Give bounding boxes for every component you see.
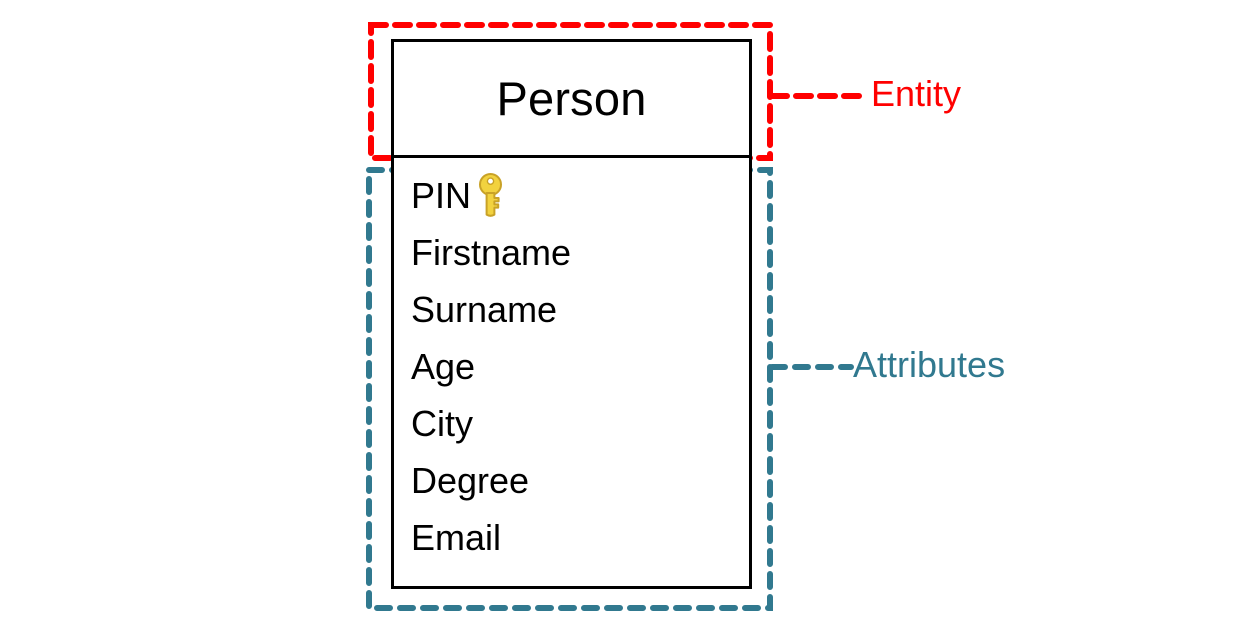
attribute-label: Surname xyxy=(411,288,558,330)
attribute-list: PIN Firstname Surname Age City Degree Em… xyxy=(394,158,749,566)
attribute-label: Degree xyxy=(411,459,530,501)
attribute-label: Email xyxy=(411,516,502,558)
attribute-label: PIN xyxy=(411,174,472,216)
entity-box: Person PIN Firstname Surname Age City De… xyxy=(391,39,752,589)
attribute-row: Degree xyxy=(411,452,749,509)
callout-label-entity: Entity xyxy=(871,73,962,114)
diagram-canvas: Person PIN Firstname Surname Age City De… xyxy=(0,0,1255,629)
callout-label-attributes: Attributes xyxy=(853,344,1006,385)
attribute-row: Surname xyxy=(411,281,749,338)
entity-name: Person xyxy=(496,72,647,125)
key-icon xyxy=(477,172,504,217)
attribute-row: Firstname xyxy=(411,224,749,281)
attribute-label: Firstname xyxy=(411,231,572,273)
attribute-row: Age xyxy=(411,338,749,395)
entity-header: Person xyxy=(394,42,749,158)
attribute-row: City xyxy=(411,395,749,452)
attribute-row: Email xyxy=(411,509,749,566)
attribute-label: Age xyxy=(411,345,476,387)
attribute-label: City xyxy=(411,402,473,444)
attribute-row: PIN xyxy=(411,167,749,224)
